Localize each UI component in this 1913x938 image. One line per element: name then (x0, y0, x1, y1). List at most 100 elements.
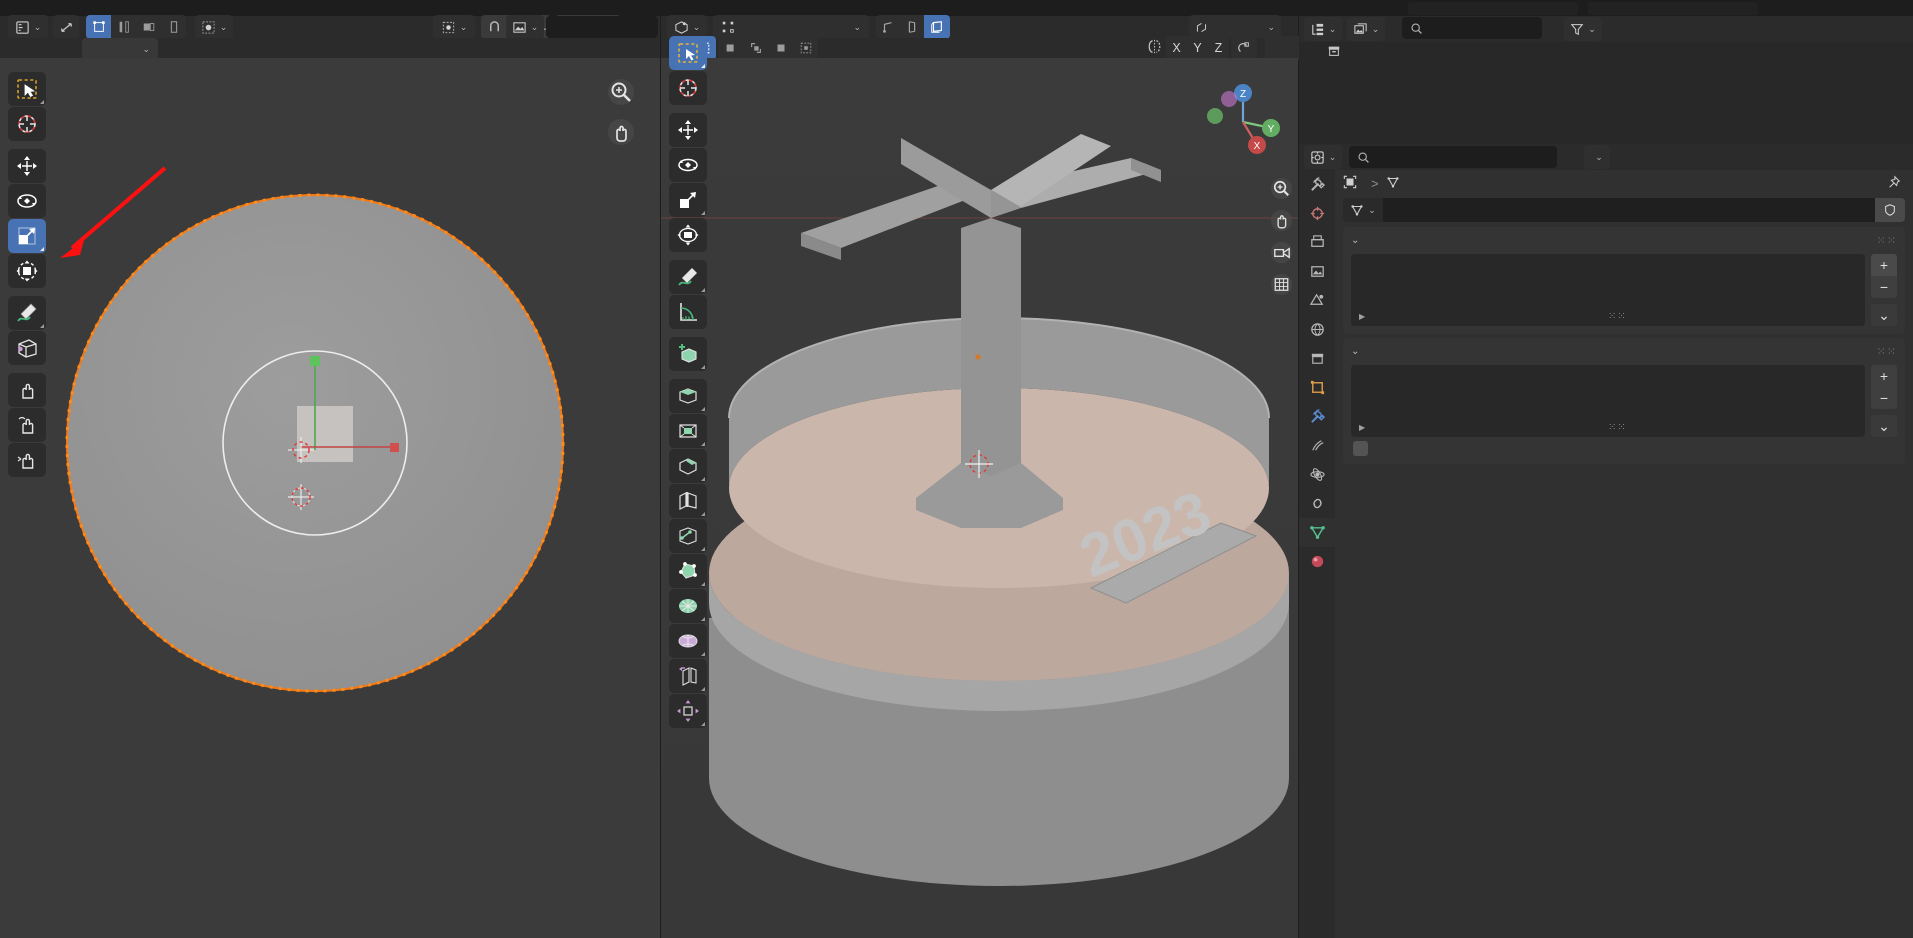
viewport-3d-canvas[interactable]: 2023 Z Y X (661, 58, 1298, 938)
output-tab[interactable] (1299, 228, 1335, 257)
vp-cursor-tool[interactable] (669, 71, 707, 105)
viewport-select-mode-extras[interactable] (718, 36, 818, 60)
collection-tab[interactable] (1299, 344, 1335, 373)
vp-poly-build-tool[interactable] (669, 554, 707, 588)
uv-select-mode-face[interactable] (136, 15, 161, 39)
view-axis-gizmo[interactable]: Z Y X (1201, 80, 1285, 167)
uv-select-mode-vertex[interactable] (86, 15, 111, 39)
viewport-camera-gizmo[interactable] (1269, 240, 1294, 268)
uv-relax-tool[interactable] (8, 408, 46, 442)
uv-tweak-tool[interactable] (8, 72, 46, 106)
vertex-group-specials-button[interactable]: ⌄ (1871, 304, 1897, 326)
select-invert-icon[interactable] (768, 36, 793, 60)
add-rest-position-checkbox[interactable] (1353, 441, 1368, 456)
uv-auto-merge-icon[interactable] (1231, 36, 1257, 60)
mesh-datablock-browse-button[interactable]: ⌄ (1343, 198, 1383, 222)
vp-bevel-tool[interactable] (669, 449, 707, 483)
shape-keys-list[interactable]: ▶ ⁙⁙ (1351, 365, 1865, 437)
topbar-menus[interactable] (0, 0, 190, 16)
viewport-ortho-gizmo[interactable] (1269, 272, 1294, 300)
scene-tab[interactable] (1299, 286, 1335, 315)
outliner-tree[interactable] (1299, 42, 1913, 144)
expand-arrow-icon[interactable]: ▶ (1359, 423, 1365, 432)
uv-transform-tool[interactable] (8, 254, 46, 288)
uv-sync-selection-button[interactable] (53, 15, 79, 39)
vp-add-cube-tool[interactable] (669, 337, 707, 371)
vp-inset-faces-tool[interactable] (669, 414, 707, 448)
resize-dots-icon[interactable]: ⁙⁙ (1608, 422, 1627, 433)
vp-extrude-region-tool[interactable] (669, 379, 707, 413)
viewport-toolbar[interactable] (669, 36, 713, 729)
select-subtract-icon[interactable] (743, 36, 768, 60)
uv-mirror-icon[interactable] (1146, 38, 1163, 58)
world-tab[interactable] (1299, 315, 1335, 344)
uv-move-tool[interactable] (8, 149, 46, 183)
datablock-row[interactable]: ⌄ (1343, 198, 1905, 222)
outliner-filter-collection-button[interactable]: ⌄ (1347, 17, 1385, 41)
outliner-display-mode-button[interactable]: ⌄ (1304, 17, 1342, 41)
snap-magnet-icon[interactable] (481, 15, 507, 39)
uv-toolbar[interactable] (8, 72, 52, 478)
vp-edge-slide-tool[interactable] (669, 659, 707, 693)
pin-icon[interactable] (1887, 174, 1901, 192)
uv-select-mode-island[interactable] (161, 15, 186, 39)
select-intersect-icon[interactable] (793, 36, 818, 60)
add-vertex-group-button[interactable]: + (1871, 254, 1897, 276)
uv-pan-gizmo[interactable] (605, 116, 637, 151)
uv-cursor-tool[interactable] (8, 107, 46, 141)
vp-tweak-tool[interactable] (669, 36, 707, 70)
outliner-root-row[interactable] (1299, 42, 1913, 63)
tool-tab[interactable] (1299, 170, 1335, 199)
uv-grab-tool[interactable] (8, 331, 46, 365)
uv-editor-canvas[interactable] (0, 58, 660, 938)
mesh-select-mode-face[interactable] (924, 15, 950, 39)
uv-pivot-point-button[interactable]: ⌄ (433, 15, 475, 39)
mesh-select-mode-vertex[interactable] (876, 15, 900, 39)
mirror-axis-group[interactable]: X Y Z (1166, 36, 1229, 60)
properties-search-input[interactable] (1349, 146, 1557, 168)
uv-image-datablock[interactable]: ⌄ (506, 15, 658, 39)
physics-tab[interactable] (1299, 460, 1335, 489)
uv-annotate-tool[interactable] (8, 296, 46, 330)
uv-zoom-gizmo[interactable] (605, 76, 637, 111)
uv-rotate-tool[interactable] (8, 184, 46, 218)
vp-measure-tool[interactable] (669, 295, 707, 329)
outliner-search-input[interactable] (1402, 17, 1542, 39)
properties-breadcrumb[interactable]: > (1335, 170, 1913, 196)
uv-sticky-selection-button[interactable]: ⌄ (195, 15, 233, 39)
properties-editor-type-button[interactable]: ⌄ (1304, 145, 1342, 169)
vp-spin-tool[interactable] (669, 589, 707, 623)
uv-editor-type-button[interactable]: ⌄ (8, 15, 48, 39)
uv-tool-value[interactable]: ⌄ (82, 38, 158, 60)
view-layer-tab[interactable] (1299, 257, 1335, 286)
resize-dots-icon[interactable]: ⁙⁙ (1608, 311, 1627, 322)
constraints-tab[interactable] (1299, 489, 1335, 518)
vp-move-tool[interactable] (669, 113, 707, 147)
mesh-datablock-name-field[interactable] (1383, 198, 1875, 222)
vp-annotate-tool[interactable] (669, 260, 707, 294)
mirror-axis-y[interactable]: Y (1187, 36, 1208, 60)
vertex-groups-list[interactable]: ▶ ⁙⁙ (1351, 254, 1865, 326)
image-browse-icon[interactable]: ⌄ (506, 15, 544, 39)
vp-loop-cut-tool[interactable] (669, 484, 707, 518)
uv-select-mode-edge[interactable] (111, 15, 136, 39)
uv-grab-brush-tool[interactable] (8, 373, 46, 407)
uv-select-mode-group[interactable] (86, 15, 186, 39)
particles-tab[interactable] (1299, 431, 1335, 460)
modifier-tab[interactable] (1299, 402, 1335, 431)
add-rest-position-row[interactable] (1343, 441, 1905, 464)
object-tab[interactable] (1299, 373, 1335, 402)
add-shape-key-button[interactable]: + (1871, 365, 1897, 387)
uv-scale-tool[interactable] (8, 219, 46, 253)
properties-tab-column[interactable] (1299, 170, 1335, 938)
viewport-zoom-gizmo[interactable] (1269, 176, 1294, 204)
material-tab[interactable] (1299, 547, 1335, 576)
vp-shrink-fatten-tool[interactable] (669, 694, 707, 728)
render-tab[interactable] (1299, 199, 1335, 228)
properties-options-button[interactable]: ⌄ (1584, 145, 1610, 169)
vp-scale-tool[interactable] (669, 183, 707, 217)
expand-arrow-icon[interactable]: ▶ (1359, 312, 1365, 321)
vp-smooth-tool[interactable] (669, 624, 707, 658)
remove-shape-key-button[interactable]: − (1871, 387, 1897, 409)
outliner-filter-button[interactable]: ⌄ (1564, 17, 1602, 41)
